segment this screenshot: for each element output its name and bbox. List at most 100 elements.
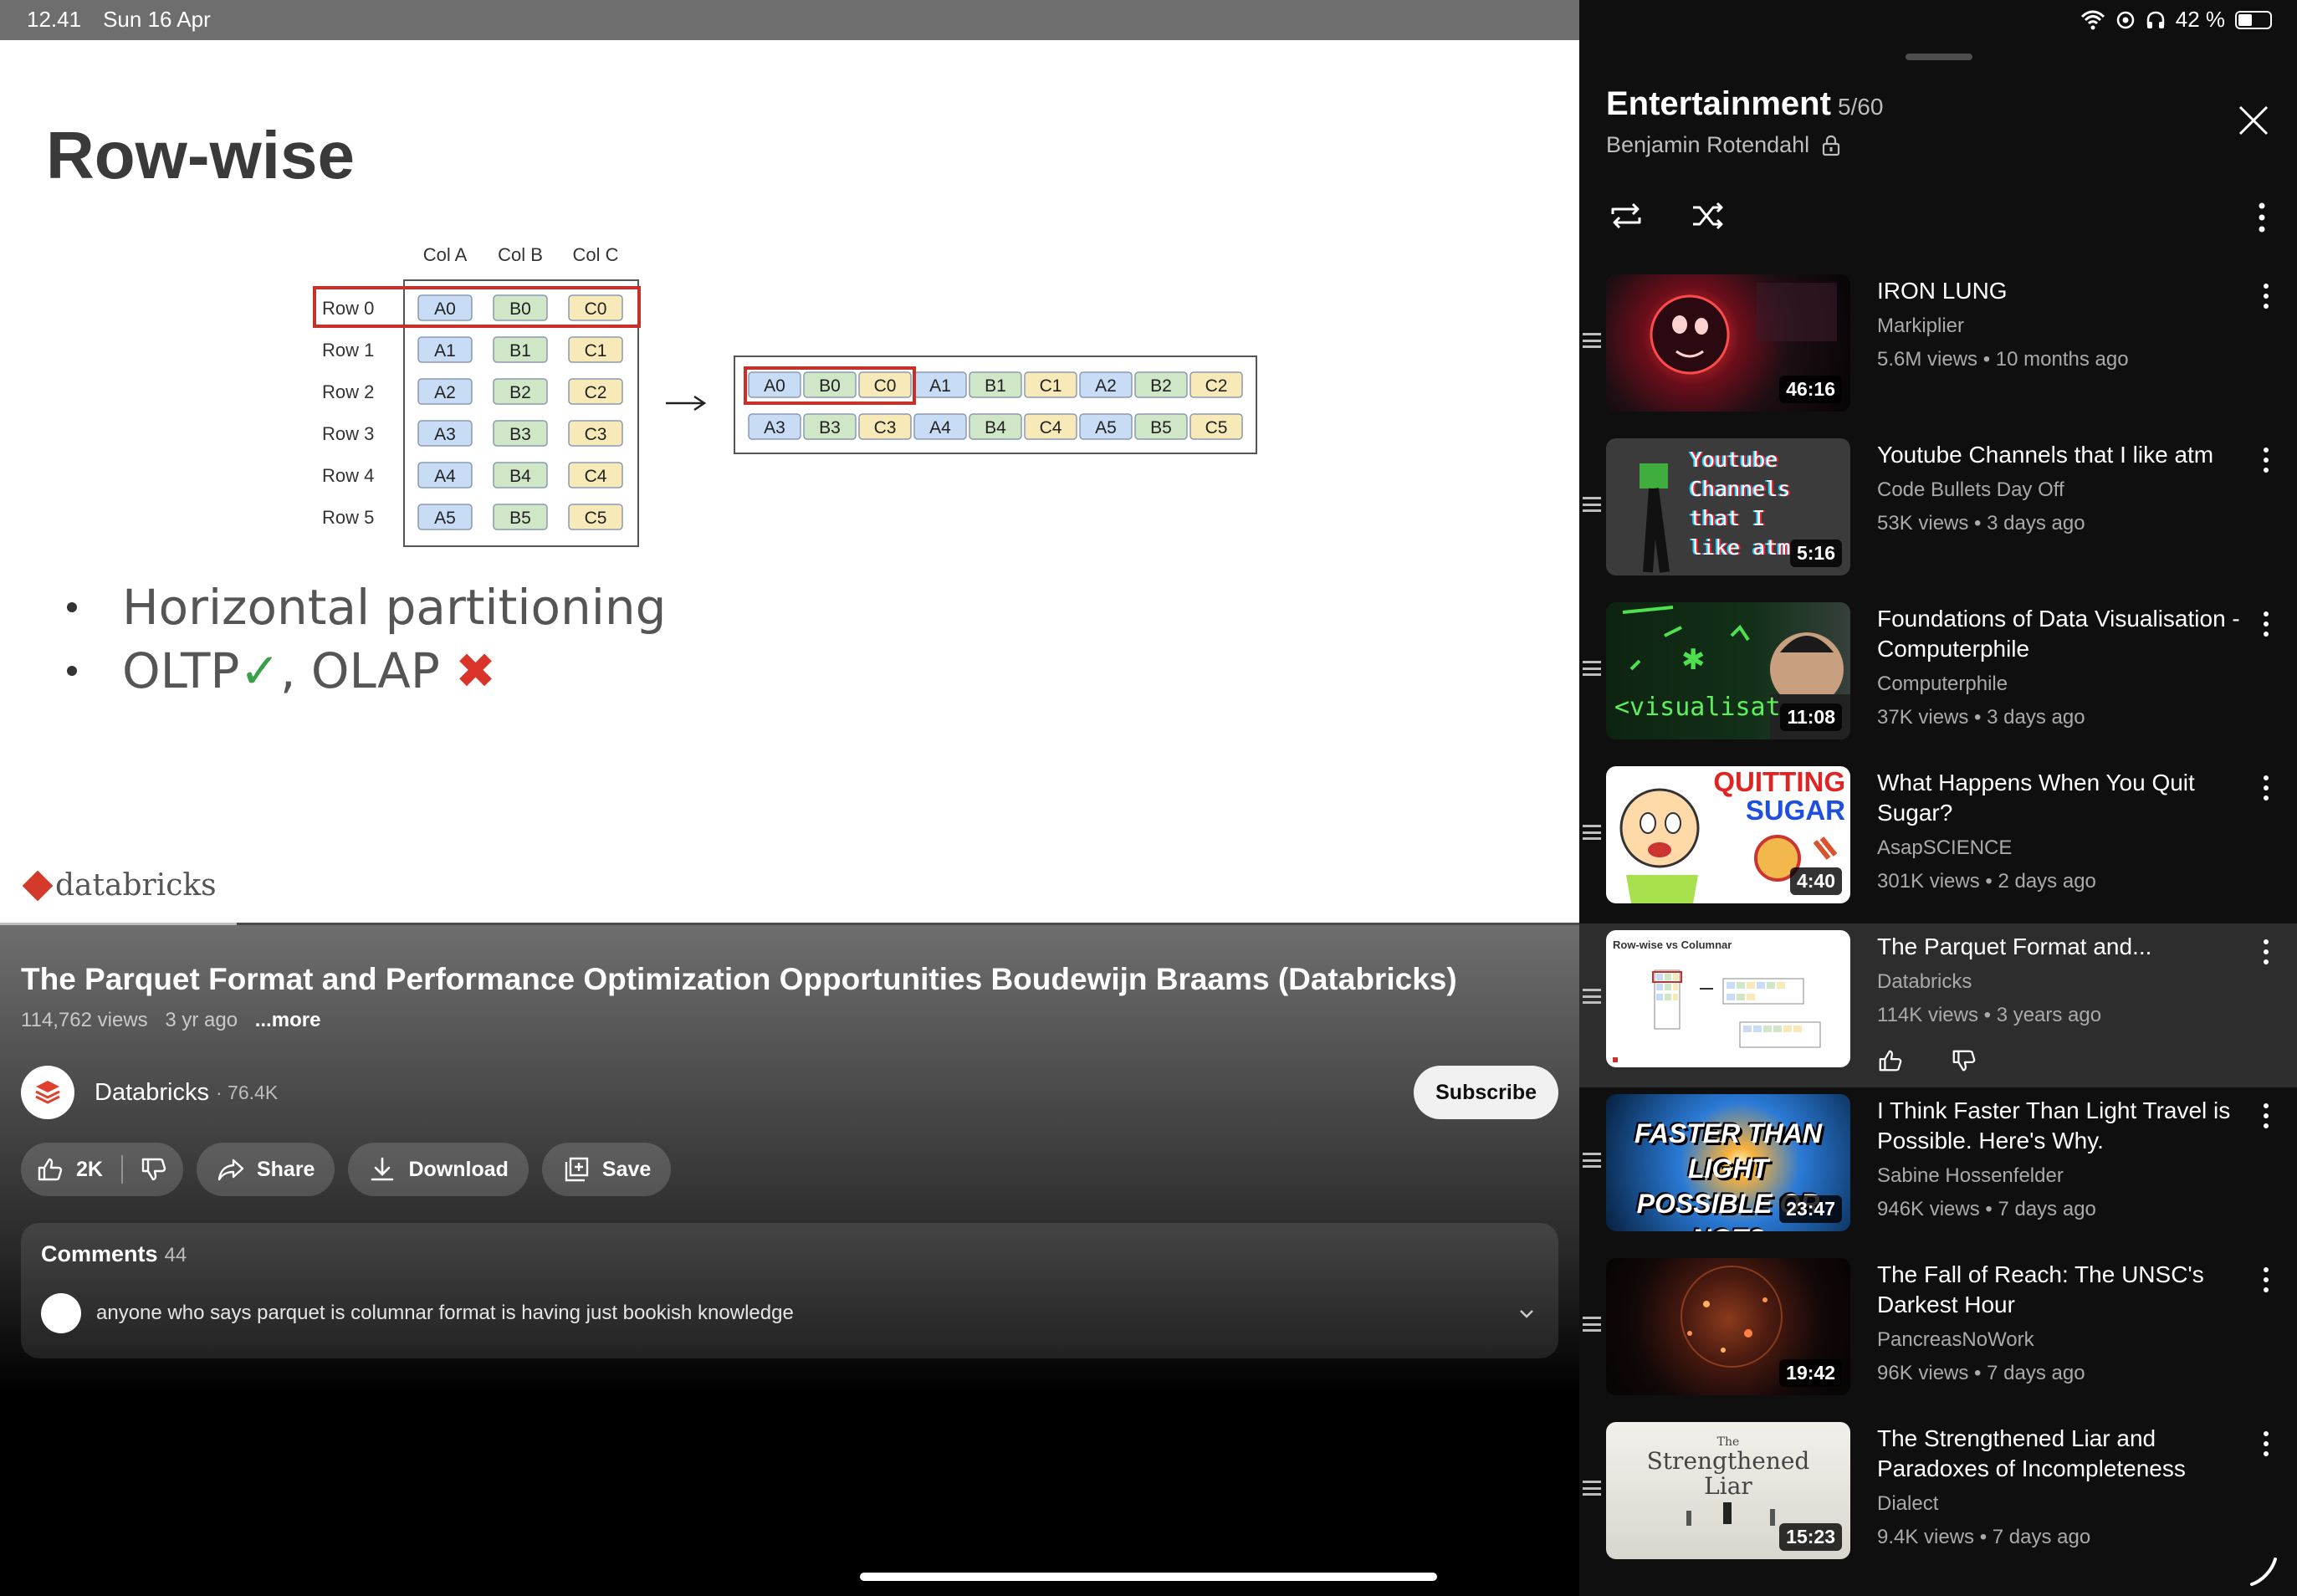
- playlist-title: Entertainment 5/60: [1606, 85, 1883, 123]
- drag-handle-icon[interactable]: [1583, 1153, 1601, 1168]
- channel-avatar[interactable]: [21, 1066, 74, 1119]
- phone-icon: [2250, 1558, 2277, 1586]
- more-vert-icon[interactable]: [2254, 607, 2279, 641]
- video-player[interactable]: Row-wise Col A Col B Col C Row 0 A0 B0 C0 Row 1…: [0, 40, 1579, 925]
- playlist-item[interactable]: Youtube Channels that I like atm 5:16 Yo…: [1579, 432, 2297, 596]
- thumbnail-art: [1613, 969, 1821, 1062]
- cell-label: B5: [509, 509, 531, 528]
- more-vert-icon[interactable]: [2254, 935, 2279, 969]
- drag-handle-icon[interactable]: [1583, 497, 1601, 512]
- drag-handle-icon[interactable]: [1583, 1481, 1601, 1496]
- cell-label: A5: [1095, 418, 1117, 437]
- cell-label: B0: [509, 299, 531, 319]
- cell-label: C5: [585, 509, 607, 528]
- item-title[interactable]: What Happens When You Quit Sugar?: [1877, 768, 2262, 828]
- playlist-owner[interactable]: Benjamin Rotendahl: [1606, 132, 1809, 158]
- video-thumbnail[interactable]: Youtube Channels that I like atm 5:16: [1606, 438, 1850, 575]
- item-title[interactable]: Foundations of Data Visualisation - Comp…: [1877, 604, 2262, 664]
- video-thumbnail[interactable]: FASTER THAN LIGHT POSSIBLE OR NOT? 23:47: [1606, 1094, 1850, 1231]
- cell-label: C2: [585, 383, 607, 402]
- save-button[interactable]: Save: [541, 1143, 672, 1196]
- more-vert-icon[interactable]: [2254, 1427, 2279, 1460]
- video-thumbnail[interactable]: The Strengthened Liar 15:23: [1606, 1422, 1850, 1559]
- arrow-icon: [666, 395, 707, 412]
- view-count: 114,762 views: [21, 1009, 148, 1031]
- battery-percent: 42 %: [2175, 7, 2225, 32]
- drag-handle-icon[interactable]: [1583, 1317, 1601, 1332]
- thumbnail-line: FASTER THAN LIGHT: [1635, 1118, 1822, 1184]
- chevron-down-icon[interactable]: [1517, 1303, 1537, 1323]
- home-indicator[interactable]: [860, 1573, 1437, 1581]
- row-wise-diagram: Col A Col B Col C Row 0 A0 B0 C0 Row 1 A1 B1 C1 Row…: [313, 244, 1257, 547]
- more-vert-icon[interactable]: [2254, 279, 2279, 313]
- playlist-item[interactable]: QUITTING SUGAR 4:40 What Happens When Yo…: [1579, 760, 2297, 923]
- drag-handle-icon[interactable]: [1583, 333, 1601, 348]
- playlist-item[interactable]: ✱ <visualisat 11:08 Foundations of Data …: [1579, 596, 2297, 760]
- comments-section[interactable]: Comments 44 anyone who says parquet is co…: [21, 1223, 1558, 1358]
- bullet-oltp-olap: OLTP ✓ , OLAP ✖: [67, 639, 666, 703]
- more-link[interactable]: ...more: [255, 1009, 321, 1031]
- playlist-item[interactable]: 19:42 The Fall of Reach: The UNSC's Dark…: [1579, 1251, 2297, 1415]
- top-comment[interactable]: anyone who says parquet is columnar form…: [41, 1293, 794, 1333]
- like-dislike-group: 2K: [21, 1143, 183, 1196]
- location-icon: [2116, 11, 2134, 28]
- playlist-more-icon[interactable]: [2245, 199, 2279, 236]
- thumbs-up-icon[interactable]: [1877, 1047, 1904, 1074]
- item-title[interactable]: The Fall of Reach: The UNSC's Darkest Ho…: [1877, 1260, 2262, 1320]
- item-rating-buttons: [1877, 1047, 1977, 1074]
- playlist-item[interactable]: The Strengthened Liar 15:23 The Strength…: [1579, 1415, 2297, 1579]
- thumbs-up-icon[interactable]: [36, 1155, 64, 1184]
- channel-name[interactable]: Databricks: [95, 1079, 209, 1107]
- databricks-logo: databricks: [22, 868, 217, 903]
- video-thumbnail[interactable]: Row-wise vs Columnar: [1606, 930, 1850, 1067]
- action-bar: 2K Share Download Save: [21, 1143, 672, 1196]
- download-button[interactable]: Download: [348, 1143, 529, 1196]
- sheet-grabber[interactable]: [1906, 54, 1972, 60]
- databricks-logo-mark: [22, 870, 54, 901]
- video-thumbnail[interactable]: QUITTING SUGAR 4:40: [1606, 766, 1850, 903]
- share-button[interactable]: Share: [196, 1143, 335, 1196]
- item-title[interactable]: The Parquet Format and...: [1877, 932, 2262, 962]
- item-title[interactable]: IRON LUNG: [1877, 276, 2262, 306]
- item-title[interactable]: Youtube Channels that I like atm: [1877, 440, 2262, 470]
- more-vert-icon[interactable]: [2254, 443, 2279, 477]
- item-channel: Markiplier: [1877, 315, 1965, 337]
- item-title[interactable]: The Strengthened Liar and Paradoxes of I…: [1877, 1424, 2262, 1484]
- shuffle-icon[interactable]: [1688, 196, 1728, 236]
- playlist-item[interactable]: 46:16 IRON LUNG Markiplier 5.6M views • …: [1579, 268, 2297, 432]
- drag-handle-icon[interactable]: [1583, 825, 1601, 840]
- drag-handle-icon[interactable]: [1583, 989, 1601, 1004]
- item-title[interactable]: I Think Faster Than Light Travel is Poss…: [1877, 1096, 2262, 1156]
- cell-label: C0: [874, 376, 897, 396]
- drag-handle-icon[interactable]: [1583, 661, 1601, 676]
- item-channel: AsapSCIENCE: [1877, 836, 2013, 859]
- item-stats: 96K views • 7 days ago: [1877, 1362, 2085, 1384]
- close-icon[interactable]: [2235, 102, 2272, 139]
- playlist-owner-row: Benjamin Rotendahl: [1606, 132, 1841, 158]
- video-thumbnail[interactable]: 46:16: [1606, 274, 1850, 412]
- thumbnail-text: Youtube Channels that I like atm: [1690, 445, 1790, 562]
- video-duration: 11:08: [1780, 703, 1842, 731]
- thumbs-down-icon[interactable]: [1951, 1047, 1977, 1074]
- more-vert-icon[interactable]: [2254, 1263, 2279, 1297]
- cell-label: C4: [585, 467, 607, 486]
- video-thumbnail[interactable]: ✱ <visualisat 11:08: [1606, 602, 1850, 739]
- row-label: Row 4: [322, 465, 374, 486]
- video-thumbnail[interactable]: 19:42: [1606, 1258, 1850, 1395]
- playlist-item[interactable]: FASTER THAN LIGHT POSSIBLE OR NOT? 23:47…: [1579, 1087, 2297, 1251]
- cell-label: A1: [929, 376, 951, 396]
- more-vert-icon[interactable]: [2254, 1099, 2279, 1133]
- thumbnail-line: Youtube: [1690, 448, 1778, 472]
- playlist-item-current[interactable]: Row-wise vs Columnar The Parquet Format …: [1579, 923, 2297, 1087]
- loop-icon[interactable]: [1606, 196, 1646, 236]
- item-channel: Databricks: [1877, 970, 1972, 993]
- thumbs-down-icon[interactable]: [140, 1155, 168, 1184]
- save-label: Save: [601, 1157, 652, 1181]
- like-count[interactable]: 2K: [76, 1158, 103, 1182]
- item-channel: PancreasNoWork: [1877, 1328, 2034, 1351]
- cell-label: C1: [585, 341, 607, 361]
- item-channel: Dialect: [1877, 1492, 1939, 1515]
- more-vert-icon[interactable]: [2254, 771, 2279, 805]
- thumbnail-line: QUITTING: [1713, 766, 1845, 797]
- subscribe-button[interactable]: Subscribe: [1414, 1066, 1558, 1119]
